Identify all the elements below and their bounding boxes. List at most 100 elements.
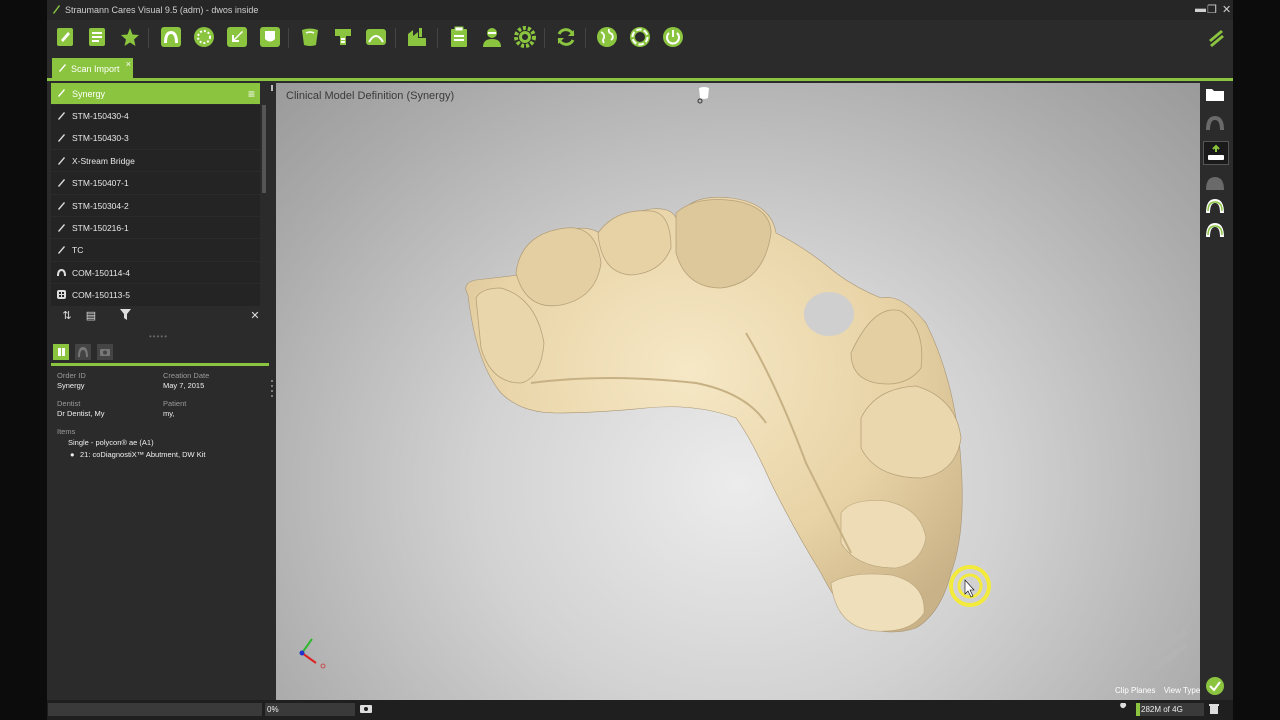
- status-field: [48, 703, 262, 716]
- memory-meter: 282M of 4G: [1136, 703, 1204, 716]
- list-header-label: Synergy: [72, 89, 106, 99]
- filter-icon[interactable]: [117, 309, 133, 325]
- tab-order-info-icon[interactable]: [53, 344, 69, 360]
- window-title: Straumann Cares Visual 9.5 (adm) - dwos …: [65, 5, 259, 15]
- wrench-icon[interactable]: [1118, 702, 1129, 716]
- pen-icon: [57, 88, 66, 99]
- progress-text: 0%: [267, 705, 279, 714]
- list-item-label: COM-150113-5: [72, 290, 130, 301]
- new-order-icon[interactable]: [52, 24, 78, 50]
- model-viewport[interactable]: Clinical Model Definition (Synergy): [276, 83, 1200, 700]
- list-item[interactable]: COM-150113-5: [51, 284, 260, 306]
- axis-triad-icon: [299, 638, 326, 669]
- list-item[interactable]: STM-150304-2: [51, 194, 260, 217]
- order-list: STM-150430-4 STM-150430-3 X-Stream Bridg…: [51, 105, 260, 307]
- toolbar-separator: [437, 28, 438, 48]
- progress-bar: 0%: [265, 703, 355, 716]
- documents-icon[interactable]: [446, 24, 472, 50]
- trash-icon[interactable]: [1209, 703, 1219, 716]
- resize-grip-icon[interactable]: •••••: [149, 332, 168, 341]
- app-logo-icon: [51, 4, 61, 17]
- jaw-icon: [57, 268, 66, 279]
- list-item[interactable]: TC: [51, 239, 260, 261]
- dentist-value: Dr Dentist, My: [57, 409, 105, 418]
- bullet-icon: ●: [70, 450, 75, 459]
- tab-close-button[interactable]: ×: [126, 59, 131, 69]
- power-icon[interactable]: [660, 24, 686, 50]
- support-icon[interactable]: [627, 24, 653, 50]
- toolbar-separator: [585, 28, 586, 48]
- list-item[interactable]: STM-150430-3: [51, 127, 260, 149]
- import-icon[interactable]: [224, 24, 250, 50]
- list-header[interactable]: Synergy ≡: [51, 83, 260, 104]
- confirm-check-icon[interactable]: [1203, 675, 1227, 697]
- pen-icon: [57, 156, 66, 167]
- memory-text: 282M of 4G: [1141, 705, 1183, 714]
- list-item[interactable]: STM-150407-1: [51, 172, 260, 194]
- clip-planes-button[interactable]: Clip Planes: [1115, 686, 1155, 695]
- scan-model-icon[interactable]: [191, 24, 217, 50]
- hamburger-menu-icon[interactable]: ≡: [248, 87, 255, 101]
- scan-arch-icon[interactable]: [158, 24, 184, 50]
- title-bar: Straumann Cares Visual 9.5 (adm) - dwos …: [47, 0, 1233, 20]
- list-item-label: STM-150430-3: [72, 133, 129, 144]
- detail-tabs: [51, 341, 269, 366]
- patient-label: Patient: [163, 399, 187, 408]
- order-panel: Synergy ≡ STM-150430-4 STM-150430-3 X-St…: [51, 83, 269, 700]
- view-type-button[interactable]: View Type: [1164, 686, 1201, 695]
- pen-icon: [57, 245, 66, 256]
- close-button[interactable]: ✕: [1222, 3, 1231, 16]
- pen-icon: [58, 63, 67, 74]
- pen-icon: [57, 201, 66, 212]
- toolbar-separator: [148, 28, 149, 48]
- watermark-icon: [1152, 629, 1188, 671]
- toolbar-separator: [544, 28, 545, 48]
- dentist-label: Dentist: [57, 399, 81, 408]
- status-bar: 0% 282M of 4G: [47, 700, 1233, 720]
- list-item[interactable]: STM-150430-4: [51, 105, 260, 127]
- toolbar-separator: [395, 28, 396, 48]
- favorites-icon[interactable]: [117, 24, 143, 50]
- model-base-icon[interactable]: [1203, 141, 1229, 165]
- list-item-label: STM-150407-1: [72, 178, 129, 189]
- details-view-icon[interactable]: ▤: [83, 309, 99, 325]
- bridge-icon[interactable]: [363, 24, 389, 50]
- tab-scan-import[interactable]: Scan Import ×: [52, 58, 133, 79]
- viewport-controls: Clip Planes View Type: [1115, 686, 1200, 695]
- lab-icon[interactable]: [404, 24, 430, 50]
- item-line: 21: coDiagnostiX™ Abutment, DW Kit: [80, 450, 206, 459]
- dentist-icon[interactable]: [479, 24, 505, 50]
- maximize-button[interactable]: ❐: [1207, 3, 1217, 16]
- crown-icon[interactable]: [297, 24, 323, 50]
- memory-fill: [1136, 703, 1140, 716]
- arch-green-icon[interactable]: [1203, 195, 1227, 217]
- web-icon[interactable]: [594, 24, 620, 50]
- settings-icon[interactable]: [512, 24, 538, 50]
- items-label: Items: [57, 427, 76, 436]
- upper-jaw-icon[interactable]: [1203, 112, 1227, 134]
- tab-camera-icon[interactable]: [97, 344, 113, 360]
- pen-icon: [57, 111, 66, 122]
- order-id-value: Synergy: [57, 381, 85, 390]
- folder-icon[interactable]: [1203, 83, 1227, 105]
- list-item-label: X-Stream Bridge: [72, 155, 135, 166]
- sync-icon[interactable]: [553, 24, 579, 50]
- list-item-label: STM-150430-4: [72, 111, 129, 121]
- list-item[interactable]: STM-150216-1: [51, 216, 260, 239]
- minimize-button[interactable]: ▬: [1195, 3, 1206, 15]
- list-item-label: STM-150216-1: [72, 222, 129, 233]
- sort-icon[interactable]: ⇅: [59, 309, 75, 325]
- list-item[interactable]: COM-150114-4: [51, 261, 260, 284]
- camera-icon[interactable]: [360, 703, 372, 716]
- tab-jaw-icon[interactable]: [75, 344, 91, 360]
- order-form-icon[interactable]: [84, 24, 110, 50]
- gingiva-icon[interactable]: [1203, 172, 1227, 194]
- dental-model[interactable]: [276, 83, 1200, 700]
- implant-icon[interactable]: [330, 24, 356, 50]
- close-list-icon[interactable]: ✕: [247, 309, 263, 325]
- export-icon[interactable]: [257, 24, 283, 50]
- arch-antagonist-icon[interactable]: [1203, 219, 1227, 241]
- list-scrollbar[interactable]: [262, 105, 266, 193]
- list-item[interactable]: X-Stream Bridge: [51, 149, 260, 172]
- brand-logo-icon: [1203, 24, 1229, 50]
